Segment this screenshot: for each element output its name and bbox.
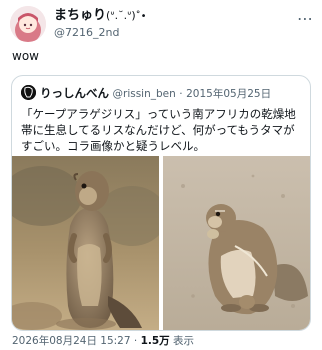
quoted-avatar xyxy=(21,85,36,100)
author-avatar[interactable] xyxy=(10,6,46,42)
author-display-name: まちゅり xyxy=(54,8,107,23)
author-name[interactable]: まちゅり(ᐡ.˘.ᐡ)˚• xyxy=(54,8,294,25)
author-info: まちゅり(ᐡ.˘.ᐡ)˚• @7216_2nd xyxy=(54,8,294,40)
media-photo-2[interactable] xyxy=(163,156,310,330)
author-handle[interactable]: @7216_2nd xyxy=(54,26,294,40)
quoted-handle: @rissin_ben xyxy=(112,88,176,100)
quoted-separator: · xyxy=(179,88,183,100)
quoted-tweet[interactable]: りっしんべん @rissin_ben · 2015年05月25日 「ケープアラゲ… xyxy=(11,75,311,331)
quoted-text: 「ケープアラゲジリス」っていう南アフリカの乾燥地帯に生息してるリスなんだけど、何… xyxy=(21,107,296,153)
author-name-suffix: (ᐡ.˘.ᐡ) xyxy=(106,9,136,22)
tweet-text: wow xyxy=(12,49,39,63)
quoted-header: りっしんべん @rissin_ben · 2015年05月25日 xyxy=(21,85,271,101)
tweet-meta: 2026年08月24日 15:27 · 1.5万 表示 xyxy=(12,333,194,348)
quoted-media[interactable] xyxy=(12,156,310,330)
views-count: 1.5万 xyxy=(140,335,170,347)
quoted-date: 2015年05月25日 xyxy=(186,88,272,100)
quoted-display-name: りっしんべん xyxy=(40,86,109,100)
author-name-emoji: ˚• xyxy=(135,11,147,22)
more-options-icon[interactable]: ⋯ xyxy=(296,11,314,28)
meta-separator: · xyxy=(133,335,138,347)
media-photo-1[interactable] xyxy=(12,156,159,330)
tweet-timestamp[interactable]: 2026年08月24日 15:27 xyxy=(12,335,131,347)
views-label: 表示 xyxy=(173,335,195,347)
tweet: まちゅり(ᐡ.˘.ᐡ)˚• @7216_2nd ⋯ wow りっしんべん @ri… xyxy=(0,0,322,350)
